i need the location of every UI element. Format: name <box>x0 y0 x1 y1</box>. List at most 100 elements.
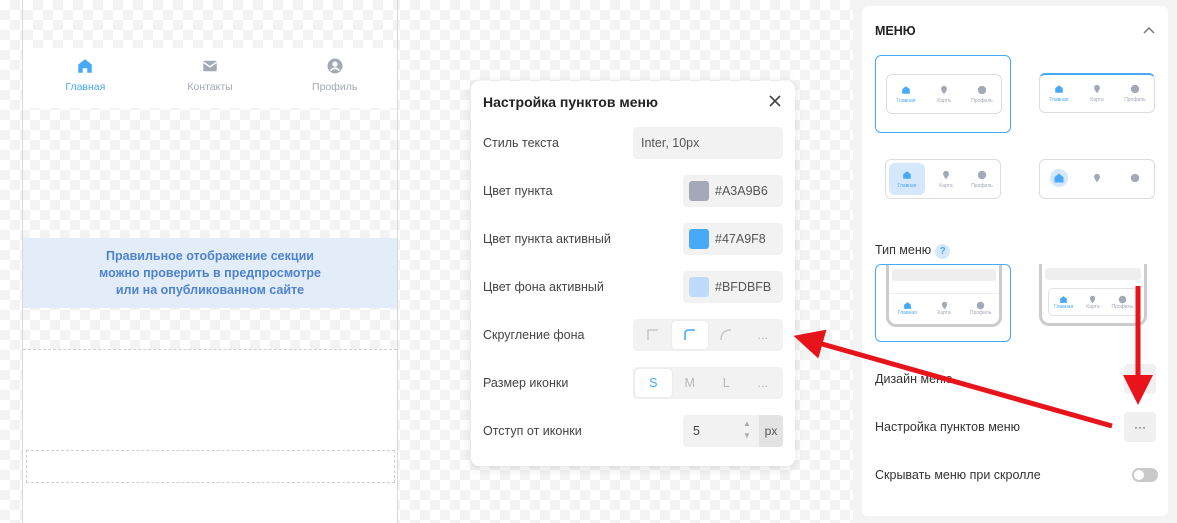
mini-item: Главная <box>887 75 925 113</box>
icon-offset-stepper[interactable]: 5 ▲ ▼ px <box>683 415 783 447</box>
mini-phone: Главная Карта Профиль <box>1039 264 1147 326</box>
row-icon-offset: Отступ от иконки 5 ▲ ▼ px <box>483 415 783 447</box>
preview-menu-item-contacts[interactable]: Контакты <box>148 48 273 108</box>
mini-item: Профиль <box>963 75 1001 113</box>
home-icon <box>1055 85 1063 93</box>
icon-size-selector[interactable]: S M L ... <box>633 367 783 399</box>
mini-item-label: Главная <box>896 97 916 104</box>
mini-item-label: Профиль <box>971 182 993 189</box>
chevron-up-icon[interactable] <box>1142 24 1156 38</box>
text-style-field[interactable]: Inter, 10px <box>633 127 783 159</box>
items-settings-more-button[interactable]: ··· <box>1124 412 1156 442</box>
mini-item-label: Карта <box>1090 97 1104 103</box>
menu-type-label: Тип меню? <box>875 243 951 259</box>
menu-style-option-3[interactable]: Главная Карта Профиль <box>875 147 1011 225</box>
mini-item: Главная <box>889 294 926 323</box>
mini-item: Карта <box>926 294 963 323</box>
phone-top-area <box>23 0 397 48</box>
mini-item: Карта <box>1078 75 1116 112</box>
color-value: #A3A9B6 <box>715 184 768 198</box>
mini-item-label: Главная <box>897 182 917 189</box>
mail-icon <box>202 60 218 72</box>
menu-style-option-2[interactable]: Главная Карта Профиль <box>1027 55 1163 133</box>
icon-size-s[interactable]: S <box>635 369 672 397</box>
bg-radius-selector[interactable]: ... <box>633 319 783 351</box>
mini-menu-preview: Главная Карта Профиль <box>886 74 1002 114</box>
preview-menu-label: Профиль <box>312 81 358 93</box>
menu-items-settings-dialog: Настройка пунктов меню Стиль текста Inte… <box>471 81 795 466</box>
mini-item: Карта <box>925 75 963 113</box>
preview-info-banner: Правильное отображение секции можно пров… <box>23 238 397 308</box>
radius-none-option[interactable] <box>635 321 672 349</box>
icon-size-m[interactable]: M <box>672 369 709 397</box>
close-icon[interactable] <box>767 93 783 109</box>
row-bg-active-color: Цвет фона активный #BFDBFB <box>483 271 783 303</box>
mini-item: Профиль <box>962 294 999 323</box>
mini-item-label: Главная <box>1049 97 1069 103</box>
row-item-active-color: Цвет пункта активный #47A9F8 <box>483 223 783 255</box>
menu-style-option-4[interactable] <box>1027 147 1163 225</box>
radius-medium-option[interactable] <box>671 321 708 349</box>
preview-menu-item-profile[interactable]: Профиль <box>272 48 397 108</box>
mini-item <box>1116 160 1154 198</box>
home-icon <box>1050 168 1068 187</box>
mini-phone-header <box>892 269 996 281</box>
profile-icon <box>977 85 987 94</box>
profile-icon <box>1130 173 1140 182</box>
menu-settings-card: МЕНЮ Главная Карта Профиль Главная Карта… <box>862 6 1168 516</box>
preview-bottom-menu[interactable]: Главная Контакты Профиль <box>23 48 397 108</box>
dialog-title: Настройка пунктов меню <box>483 94 658 110</box>
color-swatch <box>689 229 709 249</box>
mini-item-label: Профиль <box>1124 97 1146 103</box>
text-style-label: Стиль текста <box>483 136 559 150</box>
mini-item-label: Карта <box>937 310 951 316</box>
color-swatch <box>689 181 709 201</box>
profile-icon <box>976 301 985 310</box>
mini-item: Профиль <box>1116 75 1154 112</box>
bg-active-color-label: Цвет фона активный <box>483 280 604 294</box>
item-active-color-field[interactable]: #47A9F8 <box>683 223 783 255</box>
mini-item-label: Профиль <box>969 310 992 316</box>
icon-size-l[interactable]: L <box>708 369 745 397</box>
design-menu-more-button[interactable]: ··· <box>1124 364 1156 394</box>
mini-item-label: Профиль <box>1111 303 1134 310</box>
item-color-field[interactable]: #A3A9B6 <box>683 175 783 207</box>
profile-icon <box>1118 295 1127 303</box>
row-text-style: Стиль текста Inter, 10px <box>483 127 783 159</box>
color-swatch <box>689 277 709 297</box>
profile-icon <box>977 170 987 179</box>
menu-style-option-1[interactable]: Главная Карта Профиль <box>875 55 1011 133</box>
icon-offset-value[interactable]: 5 <box>693 424 700 438</box>
home-icon <box>902 85 910 94</box>
menu-type-option-2[interactable]: Главная Карта Профиль <box>1027 264 1163 342</box>
stepper-arrows-icon[interactable]: ▲ ▼ <box>743 418 751 442</box>
item-active-color-label: Цвет пункта активный <box>483 232 611 246</box>
mini-item: Главная <box>1040 75 1078 112</box>
radius-more-option[interactable]: ... <box>745 321 782 349</box>
mini-item <box>1040 160 1078 198</box>
drop-zone-placeholder <box>26 450 395 483</box>
mini-item: Карта <box>1078 289 1107 315</box>
profile-icon <box>327 58 343 74</box>
bg-active-color-field[interactable]: #BFDBFB <box>683 271 783 303</box>
preview-menu-label: Главная <box>65 81 106 93</box>
icon-size-more[interactable]: ... <box>745 369 782 397</box>
help-icon[interactable]: ? <box>935 244 951 259</box>
profile-icon <box>1130 84 1140 94</box>
mini-item: Карта <box>928 160 964 198</box>
mini-item: Главная <box>889 163 925 195</box>
hide-on-scroll-label: Скрывать меню при скролле <box>875 468 1041 482</box>
hide-on-scroll-toggle[interactable] <box>1132 468 1158 482</box>
location-icon <box>941 85 947 94</box>
radius-large-option[interactable] <box>708 321 745 349</box>
color-value: #BFDBFB <box>715 280 772 294</box>
bg-radius-label: Скругление фона <box>483 328 585 342</box>
menu-type-option-1[interactable]: Главная Карта Профиль <box>875 264 1011 342</box>
location-icon <box>943 170 949 179</box>
corner-round-icon <box>720 329 732 341</box>
preview-menu-item-home[interactable]: Главная <box>23 48 148 108</box>
home-icon <box>1060 295 1068 303</box>
item-color-label: Цвет пункта <box>483 184 553 198</box>
mini-menu-preview: Главная Карта Профиль <box>1039 73 1155 113</box>
row-item-color: Цвет пункта #A3A9B6 <box>483 175 783 207</box>
